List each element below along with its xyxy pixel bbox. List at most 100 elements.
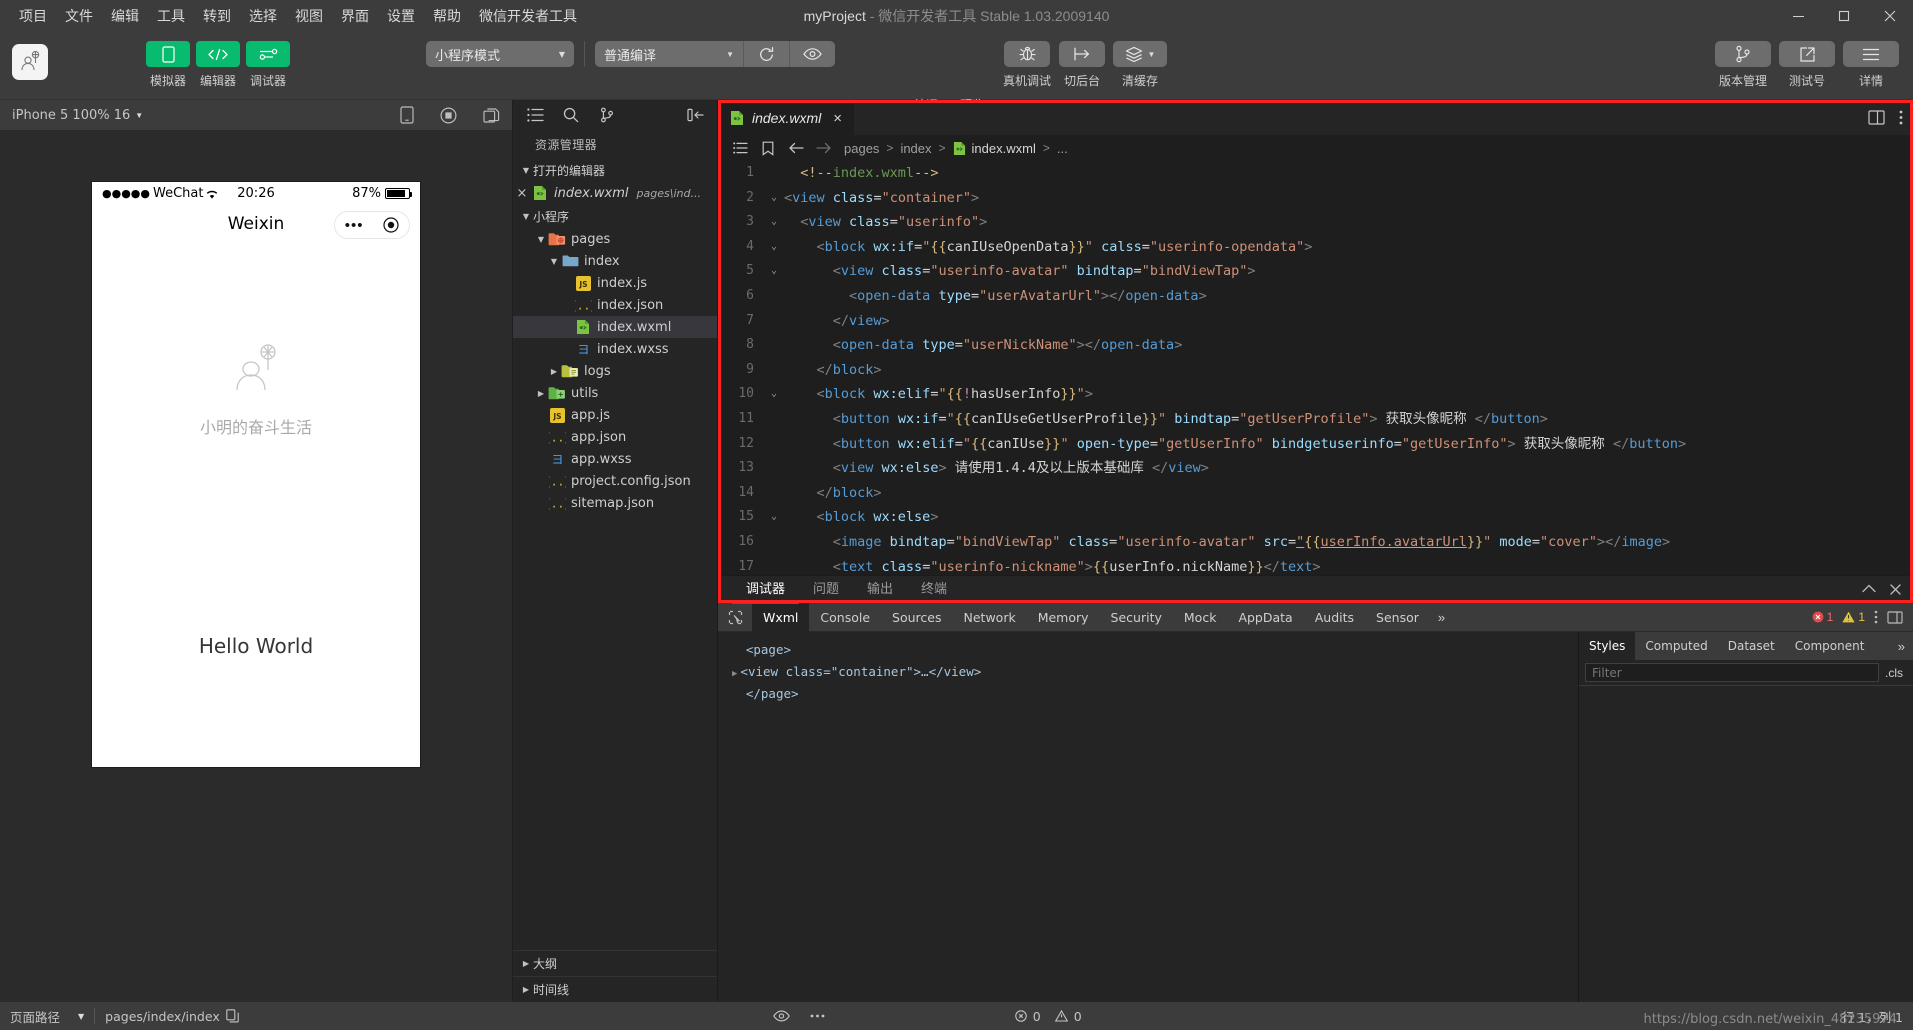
fold-chevron-icon[interactable]: ⌄ <box>764 235 784 260</box>
branch-icon[interactable] <box>589 100 625 130</box>
code-line-13[interactable]: 13 <view wx:else> 请使用1.4.4及以上版本基础库 </vie… <box>718 456 1913 481</box>
test-account[interactable]: 测试号 <box>1779 41 1835 89</box>
fold-chevron-icon[interactable]: ⌄ <box>764 505 784 530</box>
tree-item-logs[interactable]: ▶ logs <box>513 360 717 382</box>
mode-select[interactable]: 小程序模式 ▼ <box>426 41 574 67</box>
menu-item-7[interactable]: 界面 <box>332 2 378 30</box>
editor-tab-index-wxml[interactable]: index.wxml × <box>718 100 855 135</box>
panel-tab-debugger[interactable]: 调试器 <box>732 576 800 604</box>
branch-icon[interactable] <box>1715 41 1771 67</box>
chevron-down-icon[interactable]: ▼ <box>534 235 548 244</box>
chevron-right-icon[interactable]: ▶ <box>534 389 548 398</box>
open-editor-item[interactable]: × index.wxml pages\ind... <box>513 182 717 204</box>
code-line-4[interactable]: 4 ⌄ <block wx:if="{{canIUseOpenData}}" ca… <box>718 235 1913 260</box>
styles-filter-input[interactable] <box>1585 663 1879 682</box>
chevron-down-icon[interactable]: ▼ <box>547 257 561 266</box>
list-icon[interactable] <box>517 100 553 130</box>
tree-item-index-js[interactable]: JS index.js <box>513 272 717 294</box>
kebab-icon[interactable] <box>1874 610 1878 624</box>
page-path-selector[interactable]: 页面路径 ▼ <box>0 1002 94 1030</box>
collapse-icon[interactable] <box>677 100 713 130</box>
devtools-tab-sources[interactable]: Sources <box>881 603 952 632</box>
tree-item-index-wxss[interactable]: ヨ index.wxss <box>513 338 717 360</box>
chevron-up-icon[interactable] <box>1862 584 1876 595</box>
menu-item-6[interactable]: 视图 <box>286 2 332 30</box>
close-icon[interactable] <box>1890 584 1901 595</box>
menu-item-0[interactable]: 项目 <box>10 2 56 30</box>
code-line-11[interactable]: 11 <button wx:if="{{canIUseGetUserProfil… <box>718 407 1913 432</box>
tree-item-app-json[interactable]: {..} app.json <box>513 426 717 448</box>
code-line-2[interactable]: 2 ⌄ <view class="container"> <box>718 186 1913 211</box>
status-more[interactable] <box>800 1002 835 1030</box>
menu-item-10[interactable]: 微信开发者工具 <box>470 2 586 30</box>
code-line-7[interactable]: 7 </view> <box>718 309 1913 334</box>
fold-chevron-icon[interactable]: ⌄ <box>764 186 784 211</box>
more-icon[interactable] <box>1899 110 1903 125</box>
devtools-tab-audits[interactable]: Audits <box>1304 603 1365 632</box>
dom-node[interactable]: <page> <box>732 640 1578 662</box>
layers-icon[interactable]: ▼ <box>1113 41 1168 67</box>
menu-item-1[interactable]: 文件 <box>56 2 102 30</box>
menu-item-3[interactable]: 工具 <box>148 2 194 30</box>
fold-chevron-icon[interactable]: ⌄ <box>764 382 784 407</box>
code-line-1[interactable]: 1 <!--index.wxml--> <box>718 161 1913 186</box>
code-line-12[interactable]: 12 <button wx:elif="{{canIUse}}" open-ty… <box>718 432 1913 457</box>
close-icon[interactable]: × <box>513 186 531 201</box>
preview-toggle[interactable] <box>763 1002 800 1030</box>
devtools-tab-network[interactable]: Network <box>953 603 1027 632</box>
rotate-device-icon[interactable] <box>400 106 414 124</box>
devtools-tab-security[interactable]: Security <box>1100 603 1173 632</box>
devtools-tab-memory[interactable]: Memory <box>1027 603 1100 632</box>
maximize-button[interactable] <box>1821 0 1867 32</box>
tree-item-index-wxml[interactable]: index.wxml <box>513 316 717 338</box>
tree-item-project-config-json[interactable]: {..} project.config.json <box>513 470 717 492</box>
chevron-right-icon[interactable]: ▶ <box>547 367 561 376</box>
menu-item-5[interactable]: 选择 <box>240 2 286 30</box>
mode-debugger[interactable]: 调试器 <box>246 41 290 89</box>
devtools-tab-console[interactable]: Console <box>809 603 881 632</box>
error-indicator[interactable]: 1 <box>1812 610 1833 624</box>
breadcrumb-index[interactable]: index <box>900 141 931 156</box>
styles-tab-styles[interactable]: Styles <box>1579 632 1636 660</box>
device-selector[interactable]: iPhone 5 100% 16 <box>12 108 130 123</box>
split-editor-icon[interactable] <box>1868 110 1885 125</box>
outline-section[interactable]: ▶ 大纲 <box>513 950 717 976</box>
screenshot-icon[interactable] <box>483 107 500 123</box>
back-arrow-icon[interactable] <box>782 142 810 154</box>
breadcrumb-ellipsis[interactable]: ... <box>1057 141 1068 156</box>
eye-icon[interactable] <box>772 1010 790 1022</box>
code-line-10[interactable]: 10 ⌄ <block wx:elif="{{!hasUserInfo}}"> <box>718 382 1913 407</box>
compile-button[interactable] <box>743 41 789 67</box>
close-button[interactable] <box>1867 0 1913 32</box>
target-icon[interactable] <box>383 217 399 233</box>
styles-tab-dataset[interactable]: Dataset <box>1718 632 1785 660</box>
page-path-value-area[interactable]: pages/index/index <box>95 1002 249 1030</box>
code-line-17[interactable]: 17 <text class="userinfo-nickname">{{use… <box>718 555 1913 576</box>
devtools-tab-mock[interactable]: Mock <box>1173 603 1228 632</box>
tree-item-app-wxss[interactable]: ヨ app.wxss <box>513 448 717 470</box>
version-control[interactable]: 版本管理 <box>1715 41 1771 89</box>
dom-node[interactable]: ▶ <view class="container">…</view> <box>732 662 1578 684</box>
tree-item-utils[interactable]: ▶ utils <box>513 382 717 404</box>
background-icon[interactable] <box>1059 41 1106 67</box>
real-device-debug[interactable]: 真机调试 <box>1003 41 1051 89</box>
dock-icon[interactable] <box>1887 610 1903 624</box>
breadcrumb-file[interactable]: index.wxml <box>972 141 1036 156</box>
tree-item-index-json[interactable]: {..} index.json <box>513 294 717 316</box>
cursor-position[interactable]: 行 1，列 1 <box>1832 1002 1913 1030</box>
inspect-element-icon[interactable] <box>718 610 752 625</box>
menu-lines-icon[interactable] <box>1843 41 1899 67</box>
code-line-8[interactable]: 8 <open-data type="userNickName"></open-… <box>718 333 1913 358</box>
switch-background[interactable]: 切后台 <box>1059 41 1106 89</box>
code-line-9[interactable]: 9 </block> <box>718 358 1913 383</box>
search-icon[interactable] <box>553 100 589 130</box>
open-editors-section[interactable]: ▼ 打开的编辑器 <box>513 158 717 182</box>
timeline-section[interactable]: ▶ 时间线 <box>513 976 717 1002</box>
outline-icon[interactable] <box>726 142 754 154</box>
tree-item-index[interactable]: ▼ index <box>513 250 717 272</box>
code-editor[interactable]: 1 <!--index.wxml--> 2 ⌄ <view class="contai… <box>718 161 1913 575</box>
project-avatar-icon[interactable] <box>12 44 48 80</box>
fold-chevron-icon[interactable]: ⌄ <box>764 210 784 235</box>
mode-simulator[interactable]: 模拟器 <box>146 41 190 89</box>
clear-cache[interactable]: ▼ 清缓存 <box>1113 41 1168 89</box>
